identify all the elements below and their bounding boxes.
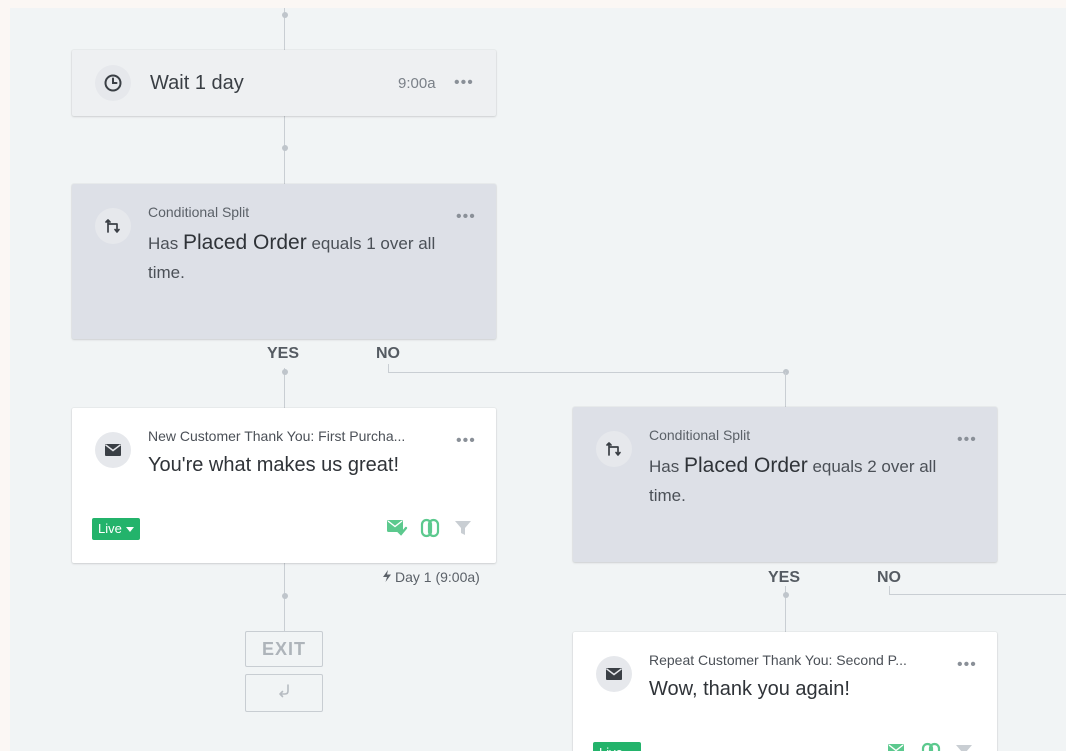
more-options-button[interactable]: ••• — [454, 75, 474, 91]
email-name: Repeat Customer Thank You: Second P... — [649, 652, 907, 668]
email-name: New Customer Thank You: First Purcha... — [148, 428, 406, 444]
connector — [889, 594, 1066, 595]
envelope-icon — [596, 656, 632, 692]
link-icon[interactable] — [420, 517, 440, 544]
status-label: Live — [599, 742, 623, 751]
yes-branch-label: YES — [768, 569, 801, 586]
split-condition: Has Placed Order equals 1 over all time. — [148, 228, 478, 287]
split-icon — [596, 431, 632, 467]
email-node[interactable]: New Customer Thank You: First Purcha... … — [72, 408, 496, 563]
conditional-split-node[interactable]: Conditional Split ••• Has Placed Order e… — [72, 184, 496, 339]
sms-icon[interactable] — [386, 518, 408, 543]
condition-suffix-2: time. — [649, 486, 686, 505]
return-icon — [276, 683, 292, 704]
condition-metric: Placed Order — [683, 454, 808, 477]
connector — [388, 372, 786, 373]
exit-label: EXIT — [261, 638, 306, 659]
wait-time: 9:00a — [398, 75, 436, 92]
no-branch-label: NO — [877, 569, 901, 586]
no-branch-label: NO — [376, 345, 400, 362]
connector-dot — [783, 369, 789, 375]
email-subject: Wow, thank you again! — [649, 678, 850, 700]
split-icon — [95, 208, 131, 244]
split-condition: Has Placed Order equals 2 over all time. — [649, 451, 979, 510]
status-label: Live — [98, 521, 122, 536]
wait-node[interactable]: Wait 1 day 9:00a ••• — [72, 50, 496, 116]
condition-metric: Placed Order — [182, 231, 307, 254]
connector-dot — [282, 369, 288, 375]
sms-icon[interactable] — [887, 742, 909, 751]
more-options-button[interactable]: ••• — [957, 432, 977, 448]
more-options-button[interactable]: ••• — [957, 657, 977, 673]
link-icon[interactable] — [921, 741, 941, 751]
condition-prefix: Has — [148, 234, 179, 253]
return-button[interactable] — [245, 674, 323, 712]
envelope-icon — [95, 432, 131, 468]
connector-dot — [282, 593, 288, 599]
wait-label: Wait 1 day — [150, 72, 244, 94]
node-type-label: Conditional Split — [148, 204, 250, 220]
node-type-label: Conditional Split — [649, 427, 751, 443]
email-node[interactable]: Repeat Customer Thank You: Second P... •… — [573, 632, 997, 751]
conditional-split-node[interactable]: Conditional Split ••• Has Placed Order e… — [573, 407, 997, 562]
connector-dot — [282, 12, 288, 18]
filter-icon[interactable] — [454, 519, 472, 542]
condition-suffix: equals 1 over all — [311, 234, 436, 253]
live-status-dropdown[interactable]: Live — [92, 518, 140, 540]
flow-canvas: Wait 1 day 9:00a ••• Conditional Split •… — [10, 8, 1066, 751]
yes-branch-label: YES — [267, 345, 300, 362]
timing-label: Day 1 (9:00a) — [395, 569, 480, 585]
condition-suffix-2: time. — [148, 263, 185, 282]
live-status-dropdown[interactable]: Live — [593, 742, 641, 751]
email-subject: You're what makes us great! — [148, 454, 399, 476]
filter-icon[interactable] — [955, 743, 973, 751]
bolt-icon — [382, 569, 392, 585]
connector-dot — [282, 145, 288, 151]
connector-dot — [783, 592, 789, 598]
send-timing: Day 1 (9:00a) — [382, 569, 480, 585]
condition-suffix: equals 2 over all — [812, 457, 937, 476]
clock-icon — [95, 65, 131, 101]
more-options-button[interactable]: ••• — [456, 209, 476, 225]
condition-prefix: Has — [649, 457, 680, 476]
connector — [785, 372, 786, 408]
exit-node[interactable]: EXIT — [245, 631, 323, 667]
more-options-button[interactable]: ••• — [456, 433, 476, 449]
caret-down-icon — [125, 526, 134, 532]
